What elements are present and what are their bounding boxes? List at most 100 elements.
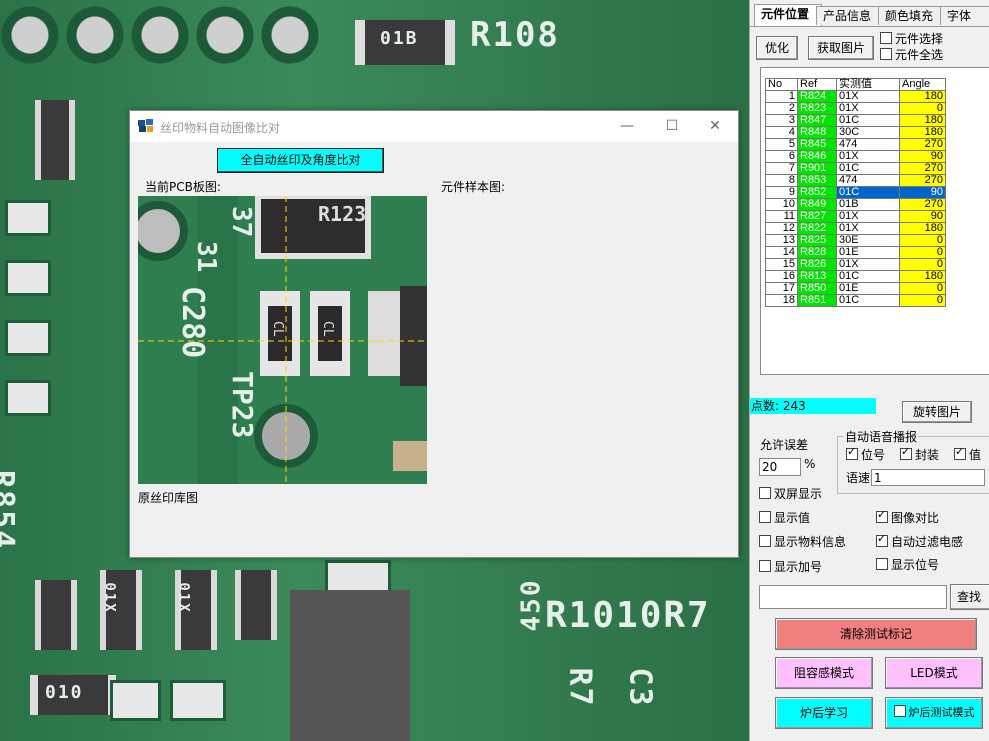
tab-product-info[interactable]: 产品信息 [816, 6, 882, 25]
cell-val[interactable]: 01E [836, 246, 900, 259]
close-button[interactable]: ✕ [700, 116, 730, 136]
cell-no[interactable]: 12 [765, 222, 798, 235]
cell-ang[interactable]: 0 [899, 258, 946, 271]
rlc-mode-button[interactable]: 阻容感模式 [775, 657, 873, 689]
cell-ref[interactable]: R846 [797, 150, 837, 163]
cell-ang[interactable]: 270 [899, 162, 946, 175]
voice-position-checkbox[interactable]: 位号 [846, 445, 885, 463]
cell-ang[interactable]: 180 [899, 90, 946, 103]
cell-no[interactable]: 2 [765, 102, 798, 115]
cell-ref[interactable]: R828 [797, 246, 837, 259]
cell-no[interactable]: 11 [765, 210, 798, 223]
tab-color-fill[interactable]: 颜色填充 [878, 6, 944, 25]
tolerance-input[interactable]: 20 [759, 458, 801, 476]
cell-ang[interactable]: 90 [899, 210, 946, 223]
cell-val[interactable]: 01X [836, 102, 900, 115]
cell-no[interactable]: 16 [765, 270, 798, 283]
table-row[interactable]: 6 R846 01X 90 [765, 150, 946, 163]
cell-no[interactable]: 5 [765, 138, 798, 151]
cell-ang[interactable]: 180 [899, 126, 946, 139]
cell-ang[interactable]: 0 [899, 246, 946, 259]
get-image-button[interactable]: 获取图片 [808, 36, 874, 60]
cell-ref[interactable]: R845 [797, 138, 837, 151]
reflow-learn-button[interactable]: 炉后学习 [775, 697, 873, 729]
table-row[interactable]: 2 R823 01X 0 [765, 102, 946, 115]
image-compare-checkbox[interactable]: 图像对比 [876, 508, 939, 526]
dialog-titlebar[interactable]: 丝印物料自动图像比对 — ☐ ✕ [130, 111, 738, 142]
optimize-button[interactable]: 优化 [756, 36, 798, 60]
cell-no[interactable]: 3 [765, 114, 798, 127]
maximize-button[interactable]: ☐ [657, 116, 687, 136]
auto-filter-checkbox[interactable]: 自动过滤电感 [876, 532, 963, 550]
cell-no[interactable]: 18 [765, 294, 798, 307]
select-component-checkbox[interactable]: 元件选择 [880, 30, 943, 47]
cell-ref[interactable]: R850 [797, 282, 837, 295]
cell-val[interactable]: 01B [836, 198, 900, 211]
cell-ang[interactable]: 0 [899, 294, 946, 307]
show-value-checkbox[interactable]: 显示值 [759, 509, 810, 526]
cell-val[interactable]: 01X [836, 150, 900, 163]
cell-ang[interactable]: 270 [899, 174, 946, 187]
show-position-checkbox[interactable]: 显示位号 [876, 556, 939, 573]
cell-ref[interactable]: R853 [797, 174, 837, 187]
cell-ref[interactable]: R823 [797, 102, 837, 115]
cell-ang[interactable]: 0 [899, 234, 946, 247]
cell-ref[interactable]: R851 [797, 294, 837, 307]
table-row[interactable]: 11 R827 01X 90 [765, 210, 946, 223]
cell-ref[interactable]: R822 [797, 222, 837, 235]
reflow-test-mode-checkbox[interactable]: 炉后测试模式 [885, 697, 983, 729]
cell-ang[interactable]: 270 [899, 138, 946, 151]
table-row[interactable]: 14 R828 01E 0 [765, 246, 946, 259]
table-row[interactable]: 15 R826 01X 0 [765, 258, 946, 271]
cell-no[interactable]: 10 [765, 198, 798, 211]
cell-ref[interactable]: R827 [797, 210, 837, 223]
table-row[interactable]: 18 R851 01C 0 [765, 294, 946, 307]
table-row[interactable]: 16 R813 01C 180 [765, 270, 946, 283]
cell-ang[interactable]: 180 [899, 114, 946, 127]
table-row[interactable]: 4 R848 30C 180 [765, 126, 946, 139]
table-row[interactable]: 17 R850 01E 0 [765, 282, 946, 295]
cell-ref[interactable]: R847 [797, 114, 837, 127]
cell-val[interactable]: 01C [836, 294, 900, 307]
cell-val[interactable]: 01X [836, 90, 900, 103]
voice-package-checkbox[interactable]: 封装 [900, 445, 939, 463]
cell-no[interactable]: 17 [765, 282, 798, 295]
speed-input[interactable]: 1 [871, 469, 985, 486]
led-mode-button[interactable]: LED模式 [885, 657, 983, 689]
table-row[interactable]: 8 R853 474 270 [765, 174, 946, 187]
cell-no[interactable]: 7 [765, 162, 798, 175]
search-button[interactable]: 查找 [950, 584, 989, 610]
cell-val[interactable]: 474 [836, 174, 900, 187]
voice-value-checkbox[interactable]: 值 [954, 445, 981, 463]
show-plus-checkbox[interactable]: 显示加号 [759, 558, 822, 575]
dual-screen-checkbox[interactable]: 双屏显示 [759, 485, 822, 502]
show-material-checkbox[interactable]: 显示物料信息 [759, 533, 846, 550]
cell-val[interactable]: 01E [836, 282, 900, 295]
cell-ref[interactable]: R824 [797, 90, 837, 103]
cell-val[interactable]: 01X [836, 258, 900, 271]
cell-val[interactable]: 474 [836, 138, 900, 151]
cell-ref[interactable]: R901 [797, 162, 837, 175]
cell-val[interactable]: 01X [836, 210, 900, 223]
cell-ref[interactable]: R849 [797, 198, 837, 211]
cell-no[interactable]: 6 [765, 150, 798, 163]
cell-ang[interactable]: 270 [899, 198, 946, 211]
cell-ang[interactable]: 0 [899, 282, 946, 295]
cell-ang[interactable]: 90 [899, 186, 946, 199]
cell-ang[interactable]: 90 [899, 150, 946, 163]
cell-ref[interactable]: R825 [797, 234, 837, 247]
cell-val[interactable]: 30C [836, 126, 900, 139]
cell-no[interactable]: 9 [765, 186, 798, 199]
table-row[interactable]: 1 R824 01X 180 [765, 90, 946, 103]
cell-val[interactable]: 01C [836, 162, 900, 175]
cell-no[interactable]: 14 [765, 246, 798, 259]
cell-no[interactable]: 13 [765, 234, 798, 247]
tab-component-position[interactable]: 元件位置 [754, 4, 822, 27]
auto-compare-button[interactable]: 全自动丝印及角度比对 [217, 148, 384, 173]
cell-val[interactable]: 01C [836, 186, 900, 199]
cell-ref[interactable]: R826 [797, 258, 837, 271]
cell-val[interactable]: 30E [836, 234, 900, 247]
component-grid[interactable]: No Ref 实测值 Angle 1 R824 01X 180 2 R823 01X 0 3 R8… [760, 67, 989, 375]
cell-val[interactable]: 01C [836, 270, 900, 283]
cell-val[interactable]: 01X [836, 222, 900, 235]
